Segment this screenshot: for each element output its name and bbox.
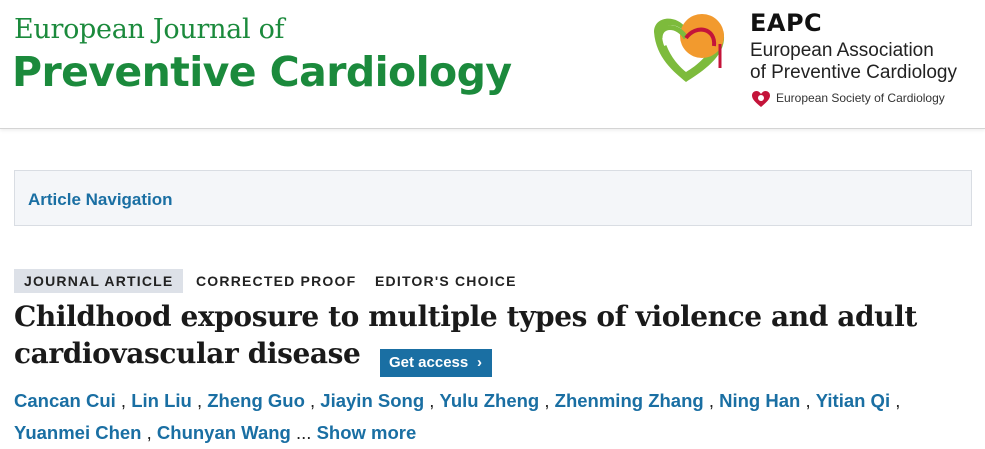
tag-journal-article: JOURNAL ARTICLE <box>14 269 184 293</box>
get-access-button[interactable]: Get access › <box>380 349 492 377</box>
author-separator: , <box>539 390 555 411</box>
author-link[interactable]: Cancan Cui <box>14 390 116 411</box>
author-link[interactable]: Yuanmei Chen <box>14 422 141 443</box>
author-separator: , <box>304 390 321 411</box>
article-title-line2: cardiovascular disease <box>14 337 361 370</box>
article-title-line1: Childhood exposure to multiple types of … <box>14 300 917 333</box>
author-separator: , <box>890 390 901 411</box>
author-link[interactable]: Lin Liu <box>131 390 192 411</box>
author-list: Cancan Cui , Lin Liu , Zheng Guo , Jiayi… <box>14 385 974 449</box>
show-more-link[interactable]: Show more <box>317 422 417 443</box>
tag-corrected-proof: CORRECTED PROOF <box>196 273 357 289</box>
author-separator: , <box>703 390 720 411</box>
author-link[interactable]: Yulu Zheng <box>440 390 540 411</box>
eapc-heart-logo-icon[interactable] <box>646 10 732 84</box>
author-link[interactable]: Ning Han <box>719 390 800 411</box>
chevron-right-icon: › <box>477 354 482 371</box>
author-ellipsis: ... <box>290 422 317 443</box>
author-separator: , <box>191 390 208 411</box>
author-link[interactable]: Zhenming Zhang <box>555 390 704 411</box>
article-navigation-toggle[interactable]: Article Navigation <box>28 190 173 210</box>
author-link[interactable]: Jiayin Song <box>320 390 424 411</box>
author-separator: , <box>424 390 440 411</box>
eapc-abbrev: EAPC <box>750 9 823 37</box>
author-separator: , <box>115 390 132 411</box>
author-link[interactable]: Chunyan Wang <box>157 422 291 443</box>
author-list-line2: Yuanmei Chen , Chunyan Wang ... Show mor… <box>14 417 974 449</box>
article-navigation-bar[interactable]: Article Navigation <box>14 170 972 226</box>
journal-title-line2[interactable]: Preventive Cardiology <box>12 48 512 96</box>
get-access-label: Get access <box>389 354 469 371</box>
site-header: European Journal of Preventive Cardiolog… <box>0 0 985 129</box>
tag-editors-choice: EDITOR'S CHOICE <box>375 273 517 289</box>
eapc-name-line1: European Association <box>750 40 934 61</box>
esc-name: European Society of Cardiology <box>776 91 945 105</box>
author-list-line1: Cancan Cui , Lin Liu , Zheng Guo , Jiayi… <box>14 385 974 417</box>
article-title: Childhood exposure to multiple types of … <box>14 298 974 372</box>
author-separator: , <box>141 422 157 443</box>
journal-title-line1[interactable]: European Journal of <box>14 14 285 45</box>
esc-heart-icon <box>752 91 770 107</box>
author-link[interactable]: Zheng Guo <box>207 390 305 411</box>
author-link[interactable]: Yitian Qi <box>816 390 890 411</box>
eapc-name-line2: of Preventive Cardiology <box>750 62 957 83</box>
author-separator: , <box>800 390 816 411</box>
